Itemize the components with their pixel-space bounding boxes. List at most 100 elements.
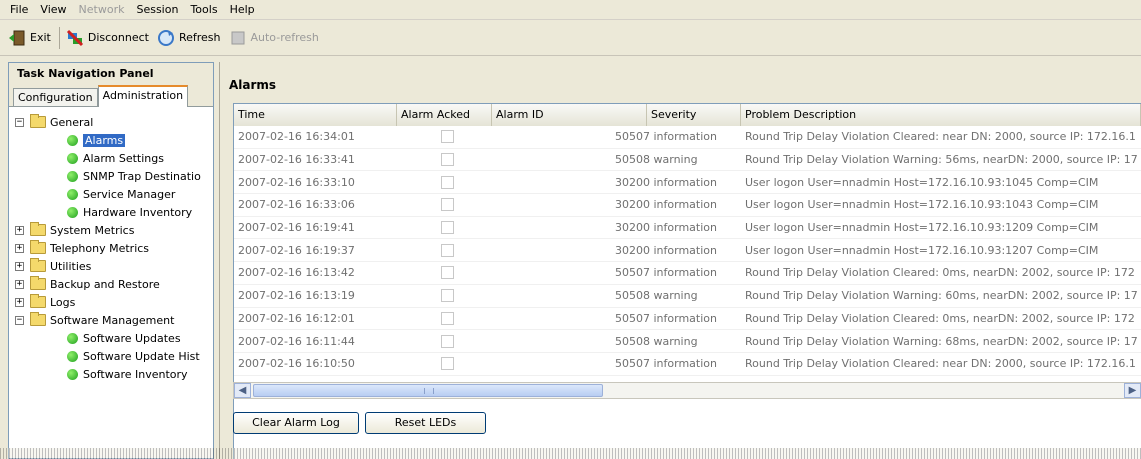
auto-refresh-icon xyxy=(231,31,244,44)
column-header-time[interactable]: Time xyxy=(234,104,397,126)
cell-acked xyxy=(397,357,492,371)
acked-checkbox[interactable] xyxy=(441,266,454,280)
tab-administration[interactable]: Administration xyxy=(97,85,189,107)
expand-icon[interactable]: + xyxy=(15,261,24,271)
table-row[interactable]: 2007-02-16 16:33:06 30200 information User… xyxy=(234,194,1141,217)
tree-label: System Metrics xyxy=(50,223,135,237)
horizontal-scrollbar[interactable]: ◀ ▶ xyxy=(233,382,1141,399)
exit-button[interactable]: Exit xyxy=(8,29,51,47)
tab-configuration[interactable]: Configuration xyxy=(13,88,98,106)
cell-time: 2007-02-16 16:10:50 xyxy=(238,357,355,371)
tree-node-telephony-metrics[interactable]: + Telephony Metrics xyxy=(9,239,213,257)
disconnect-button[interactable]: Disconnect xyxy=(66,29,149,47)
alarm-id-value: 50507 xyxy=(615,357,650,371)
table-row[interactable]: 2007-02-16 16:10:50 50507 information Roun… xyxy=(234,353,1141,376)
severity-value: information xyxy=(653,175,718,189)
folder-icon xyxy=(30,222,46,236)
alarm-id-value: 50508 xyxy=(615,334,650,348)
alarm-id-value: 30200 xyxy=(615,243,650,257)
page-title: Alarms xyxy=(229,78,277,92)
acked-checkbox[interactable] xyxy=(441,334,454,348)
severity-value: warning xyxy=(653,334,698,348)
tree-node-general[interactable]: − General xyxy=(9,113,213,131)
severity-value: warning xyxy=(653,289,698,303)
cell-severity: 50507 information xyxy=(597,357,741,370)
alarm-id-value: 50507 xyxy=(615,266,650,280)
tree-item-software-update-history[interactable]: Software Update Hist xyxy=(9,347,213,365)
expand-icon[interactable]: + xyxy=(15,279,24,289)
acked-checkbox[interactable] xyxy=(441,289,454,303)
tree-item-service-manager[interactable]: Service Manager xyxy=(9,185,213,203)
status-green-icon xyxy=(67,152,78,164)
cell-acked xyxy=(397,175,492,189)
tree-label: Service Manager xyxy=(83,187,176,201)
tree-item-snmp-trap[interactable]: SNMP Trap Destinatio xyxy=(9,167,213,185)
table-row[interactable]: 2007-02-16 16:11:44 50508 warning Round Tr… xyxy=(234,330,1141,353)
cell-description: User logon User=nnadmin Host=172.16.10.9… xyxy=(745,221,1099,235)
tree-item-alarm-settings[interactable]: Alarm Settings xyxy=(9,149,213,167)
severity-value: information xyxy=(653,243,718,257)
table-row[interactable]: 2007-02-16 16:33:10 30200 information User… xyxy=(234,171,1141,195)
cell-description: Round Trip Delay Violation Cleared: 0ms,… xyxy=(745,266,1135,280)
expand-icon[interactable]: + xyxy=(15,297,24,307)
table-row[interactable]: 2007-02-16 16:12:01 50507 information Roun… xyxy=(234,308,1141,331)
acked-checkbox[interactable] xyxy=(441,311,454,325)
menu-file[interactable]: File xyxy=(4,3,34,16)
tree-item-software-inventory[interactable]: Software Inventory xyxy=(9,365,213,383)
tree-node-backup-restore[interactable]: + Backup and Restore xyxy=(9,275,213,293)
acked-checkbox[interactable] xyxy=(441,221,454,235)
cell-acked xyxy=(397,221,492,235)
expand-icon[interactable]: + xyxy=(15,225,24,235)
cell-severity: 50507 information xyxy=(597,266,741,279)
scroll-thumb[interactable] xyxy=(253,384,603,397)
acked-checkbox[interactable] xyxy=(441,153,454,167)
column-header-alarm-id[interactable]: Alarm ID xyxy=(492,104,647,126)
menu-help[interactable]: Help xyxy=(224,3,261,16)
collapse-icon[interactable]: − xyxy=(15,117,24,127)
expand-icon[interactable]: + xyxy=(15,243,24,253)
table-row[interactable]: 2007-02-16 16:19:37 30200 information User… xyxy=(234,239,1141,263)
tree-item-software-updates[interactable]: Software Updates xyxy=(9,329,213,347)
table-row[interactable]: 2007-02-16 16:13:19 50508 warning Round Tr… xyxy=(234,285,1141,308)
table-row[interactable]: 2007-02-16 16:34:01 50507 information Roun… xyxy=(234,126,1141,149)
scroll-left-icon[interactable]: ◀ xyxy=(234,383,251,398)
reset-leds-button[interactable]: Reset LEDs xyxy=(365,412,486,434)
tree-node-logs[interactable]: + Logs xyxy=(9,293,213,311)
exit-door-icon xyxy=(9,30,25,45)
cell-description: User logon User=nnadmin Host=172.16.10.9… xyxy=(745,198,1099,212)
column-header-alarm-acked[interactable]: Alarm Acked xyxy=(397,104,492,126)
menu-view[interactable]: View xyxy=(34,3,72,16)
cell-acked xyxy=(397,334,492,348)
cell-description: Round Trip Delay Violation Warning: 68ms… xyxy=(745,334,1138,348)
collapse-icon[interactable]: − xyxy=(15,315,24,325)
menu-session[interactable]: Session xyxy=(130,3,184,16)
tree-node-software-management[interactable]: − Software Management xyxy=(9,311,213,329)
acked-checkbox[interactable] xyxy=(441,130,454,144)
refresh-button[interactable]: Refresh xyxy=(157,29,221,47)
tree-label-selected: Alarms xyxy=(83,133,126,147)
folder-icon xyxy=(30,240,46,254)
tree-label: Hardware Inventory xyxy=(83,205,193,219)
menu-network: Network xyxy=(78,3,125,16)
disconnect-label: Disconnect xyxy=(87,31,149,44)
table-row[interactable]: 2007-02-16 16:13:42 50507 information Roun… xyxy=(234,262,1141,285)
column-header-severity[interactable]: Severity xyxy=(647,104,741,126)
acked-checkbox[interactable] xyxy=(441,175,454,189)
table-row[interactable]: 2007-02-16 16:19:41 30200 information User… xyxy=(234,217,1141,240)
table-row[interactable]: 2007-02-16 16:33:41 50508 warning Round Tr… xyxy=(234,149,1141,172)
column-header-problem-description[interactable]: Problem Description xyxy=(741,104,1141,126)
tree-node-utilities[interactable]: + Utilities xyxy=(9,257,213,275)
severity-value: warning xyxy=(653,153,698,167)
acked-checkbox[interactable] xyxy=(441,357,454,371)
menu-tools[interactable]: Tools xyxy=(184,3,223,16)
status-green-icon xyxy=(67,206,78,218)
tree-node-system-metrics[interactable]: + System Metrics xyxy=(9,221,213,239)
folder-icon xyxy=(30,114,46,128)
acked-checkbox[interactable] xyxy=(441,243,454,257)
cell-time: 2007-02-16 16:13:19 xyxy=(238,289,355,303)
tree-item-alarms[interactable]: Alarms xyxy=(9,131,213,149)
scroll-right-icon[interactable]: ▶ xyxy=(1124,383,1141,398)
acked-checkbox[interactable] xyxy=(441,198,454,212)
clear-alarm-log-button[interactable]: Clear Alarm Log xyxy=(233,412,359,434)
tree-item-hardware-inventory[interactable]: Hardware Inventory xyxy=(9,203,213,221)
